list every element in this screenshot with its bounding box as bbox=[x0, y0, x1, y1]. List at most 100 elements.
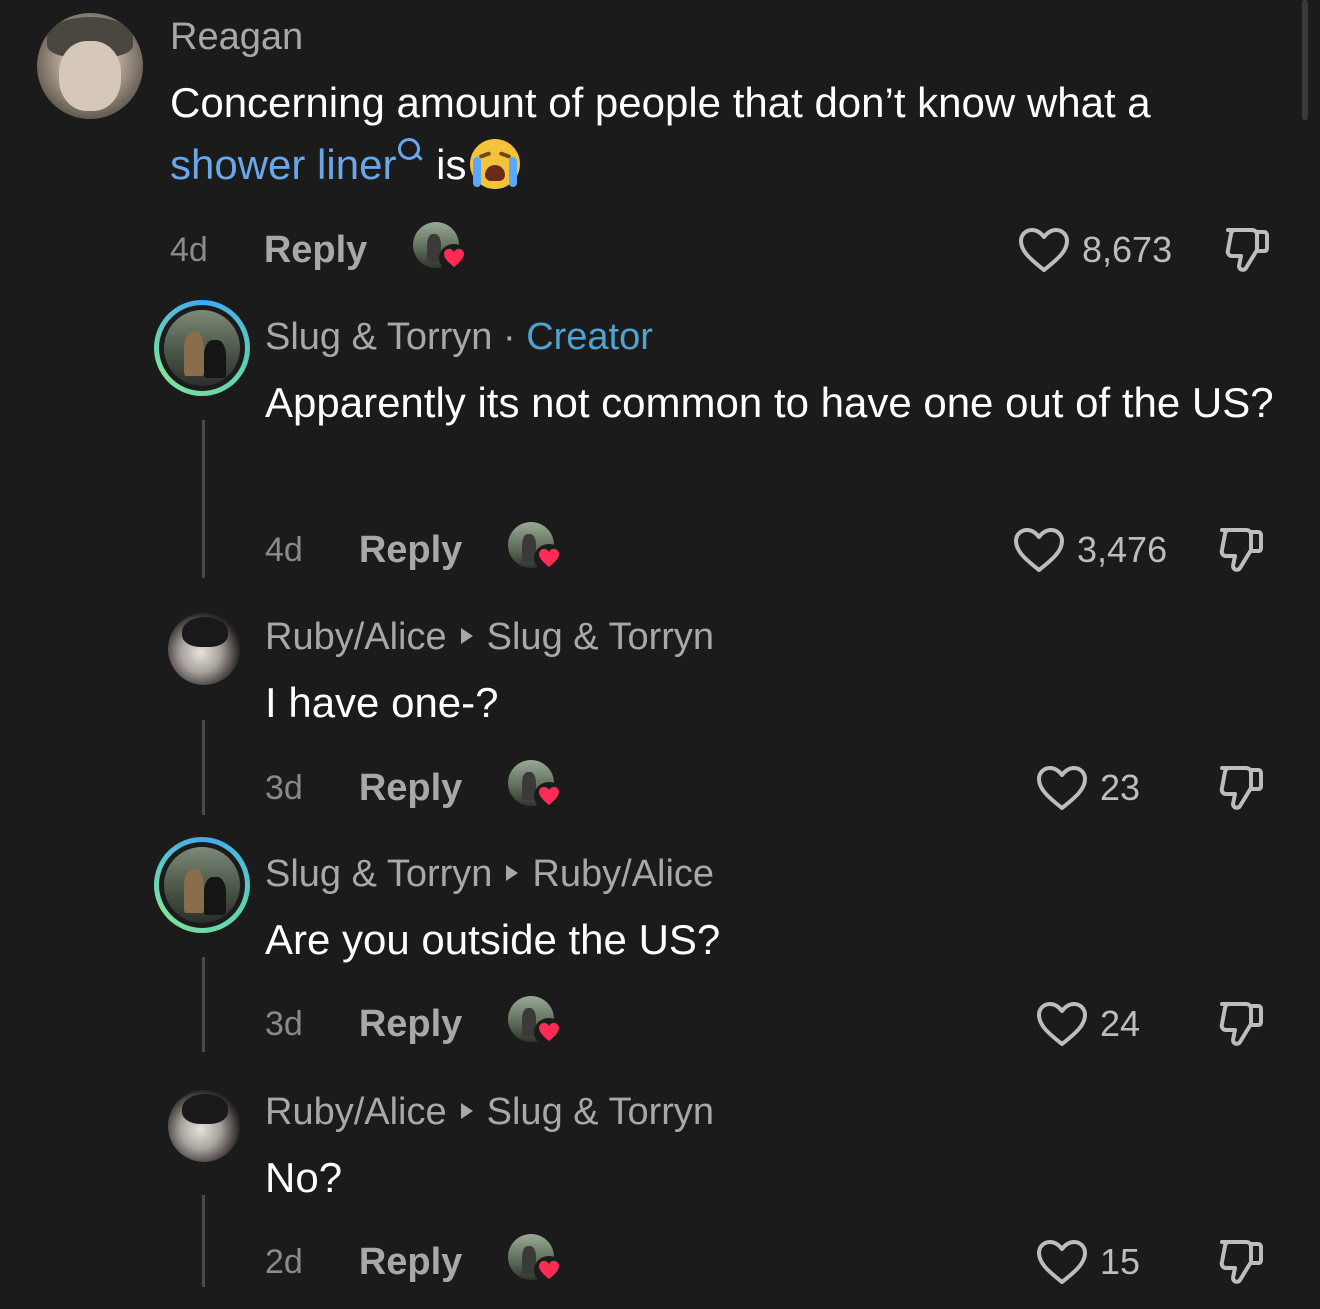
like-count: 8,673 bbox=[1082, 229, 1173, 270]
comment-meta: 2d Reply bbox=[265, 1232, 565, 1292]
thumbs-down-icon[interactable] bbox=[1216, 1236, 1266, 1286]
heart-outline-icon[interactable] bbox=[1036, 765, 1088, 811]
heart-badge bbox=[534, 1256, 565, 1284]
heart-badge bbox=[534, 544, 565, 572]
heart-outline-icon[interactable] bbox=[1018, 227, 1070, 273]
like-group: 24 bbox=[1036, 994, 1140, 1054]
like-count: 23 bbox=[1100, 767, 1141, 808]
loudly-crying-face-icon bbox=[470, 138, 521, 189]
comment-author-line: Ruby/Alice Slug & Torryn bbox=[265, 616, 714, 659]
avatar-face bbox=[59, 41, 121, 111]
thumbs-down-icon[interactable] bbox=[1216, 524, 1266, 574]
heart-icon bbox=[539, 1260, 560, 1280]
thread-line bbox=[202, 1195, 205, 1287]
creator-avatar[interactable] bbox=[154, 837, 250, 933]
comment-text-part: is bbox=[424, 141, 467, 188]
like-group: 8,673 bbox=[1018, 220, 1172, 280]
comment-meta: 3d Reply bbox=[265, 758, 565, 818]
comment-text: Apparently its not common to have one ou… bbox=[265, 379, 1274, 426]
reply-button[interactable]: Reply bbox=[264, 229, 367, 272]
avatar[interactable] bbox=[168, 1090, 240, 1162]
comment-author-line: Ruby/Alice Slug & Torryn bbox=[265, 1091, 714, 1134]
comment-time: 3d bbox=[265, 768, 303, 807]
reply-button[interactable]: Reply bbox=[359, 1241, 462, 1284]
search-link[interactable]: shower liner bbox=[170, 138, 424, 188]
reply-to-name[interactable]: Ruby/Alice bbox=[532, 853, 714, 895]
comment-text: Concerning amount of people that don’t k… bbox=[170, 72, 1280, 196]
like-group: 23 bbox=[1036, 758, 1140, 818]
heart-badge bbox=[439, 244, 470, 272]
avatar[interactable] bbox=[37, 13, 143, 119]
thumbs-down-icon[interactable] bbox=[1216, 762, 1266, 812]
emoji-eye bbox=[479, 150, 492, 159]
emoji-tear bbox=[473, 156, 482, 187]
heart-badge bbox=[534, 1018, 565, 1046]
comment-author[interactable]: Ruby/Alice bbox=[265, 616, 447, 658]
reply-to-arrow-icon bbox=[460, 1102, 473, 1119]
comment-author[interactable]: Slug & Torryn bbox=[265, 853, 492, 895]
thread-line bbox=[202, 720, 205, 815]
creator-liked-badge bbox=[508, 996, 565, 1052]
avatar-dog bbox=[184, 869, 204, 913]
reply-button[interactable]: Reply bbox=[359, 529, 462, 572]
creator-badge: Creator bbox=[526, 316, 653, 358]
creator-avatar[interactable] bbox=[154, 300, 250, 396]
comment-time: 2d bbox=[265, 1242, 303, 1281]
emoji-tear bbox=[509, 156, 518, 187]
comment-text-part: Concerning amount of people that don’t k… bbox=[170, 79, 1151, 126]
heart-outline-icon[interactable] bbox=[1036, 1001, 1088, 1047]
reply-button[interactable]: Reply bbox=[359, 767, 462, 810]
reply-to-arrow-icon bbox=[506, 864, 519, 881]
heart-icon bbox=[539, 786, 560, 806]
heart-icon bbox=[444, 248, 465, 268]
avatar-dog bbox=[204, 340, 226, 378]
search-link-text[interactable]: shower liner bbox=[170, 141, 396, 188]
thumbs-down-icon[interactable] bbox=[1222, 224, 1272, 274]
comment-meta: 4d Reply bbox=[170, 220, 470, 280]
thumbs-down-icon[interactable] bbox=[1216, 998, 1266, 1048]
comment-time: 4d bbox=[170, 230, 208, 269]
like-group: 3,476 bbox=[1013, 520, 1167, 580]
comment-meta: 3d Reply bbox=[265, 994, 565, 1054]
emoji-mouth bbox=[485, 164, 506, 181]
comment-time: 3d bbox=[265, 1004, 303, 1043]
comment-text: No? bbox=[265, 1154, 343, 1201]
avatar-hair bbox=[182, 617, 228, 647]
like-count: 15 bbox=[1100, 1241, 1141, 1282]
separator: · bbox=[502, 316, 516, 358]
heart-icon bbox=[539, 1022, 560, 1042]
comment-time: 4d bbox=[265, 530, 303, 569]
heart-outline-icon[interactable] bbox=[1013, 527, 1065, 573]
thread-line bbox=[202, 957, 205, 1052]
avatar-dog bbox=[204, 877, 226, 915]
thread-line bbox=[202, 420, 205, 578]
avatar-photo bbox=[164, 310, 240, 386]
like-group: 15 bbox=[1036, 1232, 1140, 1292]
comment-author-line: Slug & Torryn · Creator bbox=[265, 316, 653, 359]
reply-to-name[interactable]: Slug & Torryn bbox=[487, 616, 714, 658]
heart-badge bbox=[534, 782, 565, 810]
avatar[interactable] bbox=[168, 613, 240, 685]
creator-liked-badge bbox=[508, 1234, 565, 1290]
comment-meta: 4d Reply bbox=[265, 520, 565, 580]
comment-text: Are you outside the US? bbox=[265, 916, 721, 963]
comment-author-line: Reagan bbox=[170, 16, 303, 59]
comment-author[interactable]: Reagan bbox=[170, 16, 303, 58]
scrollbar[interactable] bbox=[1302, 0, 1308, 120]
avatar-photo bbox=[164, 847, 240, 923]
comment-author-line: Slug & Torryn Ruby/Alice bbox=[265, 853, 714, 896]
search-icon[interactable] bbox=[398, 138, 424, 164]
avatar-hair bbox=[182, 1094, 228, 1124]
like-count: 3,476 bbox=[1077, 529, 1168, 570]
creator-liked-badge bbox=[413, 222, 470, 278]
reply-button[interactable]: Reply bbox=[359, 1003, 462, 1046]
avatar-dog bbox=[184, 332, 204, 376]
comment-author[interactable]: Slug & Torryn bbox=[265, 316, 492, 358]
comment-author[interactable]: Ruby/Alice bbox=[265, 1091, 447, 1133]
reply-to-name[interactable]: Slug & Torryn bbox=[487, 1091, 714, 1133]
heart-icon bbox=[539, 548, 560, 568]
like-count: 24 bbox=[1100, 1003, 1141, 1044]
heart-outline-icon[interactable] bbox=[1036, 1239, 1088, 1285]
creator-liked-badge bbox=[508, 760, 565, 816]
reply-to-arrow-icon bbox=[460, 627, 473, 644]
